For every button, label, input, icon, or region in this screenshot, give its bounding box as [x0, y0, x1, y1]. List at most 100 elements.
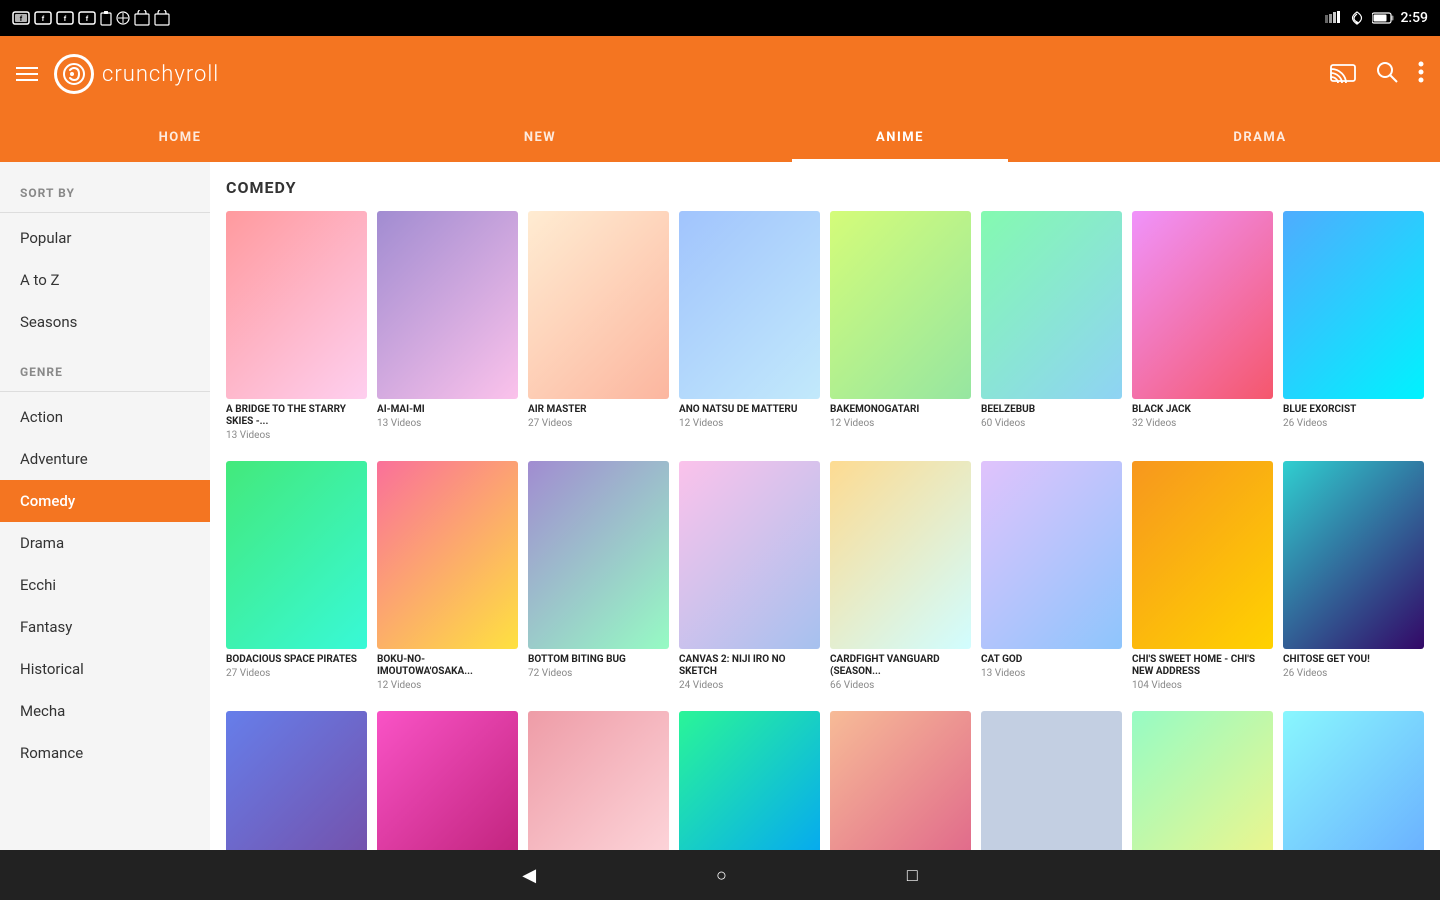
anime-thumb-r3-6 [1132, 711, 1273, 850]
anime-title-r2-3: CANVAS 2: NIJI IRO NO SKETCH [679, 654, 820, 678]
anime-card-r2-7[interactable]: CHITOSE GET YOU! 26 Videos [1283, 461, 1424, 691]
sidebar-item-a-to-z[interactable]: A to Z [0, 259, 210, 301]
tab-new[interactable]: NEW [360, 112, 720, 162]
anime-card-5[interactable]: BEELZEBUB 60 Videos [981, 211, 1122, 441]
anime-thumb-r3-7 [1283, 711, 1424, 850]
anime-card-r3-4[interactable] [830, 711, 971, 850]
anime-videos-2: 27 Videos [528, 418, 669, 429]
anime-thumb-3 [679, 211, 820, 399]
header-left: crunchyroll [16, 54, 219, 94]
anime-card-6[interactable]: BLACK JACK 32 Videos [1132, 211, 1273, 441]
anime-videos-r2-7: 26 Videos [1283, 668, 1424, 679]
anime-title-r2-5: CAT GOD [981, 654, 1122, 666]
home-button[interactable]: ○ [716, 865, 727, 886]
recent-button[interactable]: □ [907, 865, 918, 886]
tab-anime[interactable]: ANIME [720, 112, 1080, 162]
sidebar-item-historical[interactable]: Historical [0, 648, 210, 690]
anime-videos-6: 32 Videos [1132, 418, 1273, 429]
anime-card-r2-1[interactable]: BOKU-NO-IMOUTOWA'OSAKA... 12 Videos [377, 461, 518, 691]
sidebar-item-drama[interactable]: Drama [0, 522, 210, 564]
anime-title-1: AI-MAI-MI [377, 404, 518, 416]
sidebar-item-romance[interactable]: Romance [0, 732, 210, 774]
sidebar-item-comedy[interactable]: Comedy [0, 480, 210, 522]
anime-card-1[interactable]: AI-MAI-MI 13 Videos [377, 211, 518, 441]
anime-card-r2-0[interactable]: BODACIOUS SPACE PIRATES 27 Videos [226, 461, 367, 691]
anime-thumb-r2-3 [679, 461, 820, 649]
anime-thumb-r2-1 [377, 461, 518, 649]
sidebar-item-mecha[interactable]: Mecha [0, 690, 210, 732]
anime-grid-row1: A BRIDGE TO THE STARRY SKIES -... 13 Vid… [226, 211, 1424, 441]
anime-title-r2-4: CARDFIGHT VANGUARD (SEASON... [830, 654, 971, 678]
sidebar: SORT BY Popular A to Z Seasons GENRE Act… [0, 162, 210, 850]
anime-title-4: BAKEMONOGATARI [830, 404, 971, 416]
svg-text:f: f [64, 15, 67, 23]
logo: crunchyroll [54, 54, 219, 94]
anime-card-r2-5[interactable]: CAT GOD 13 Videos [981, 461, 1122, 691]
content-area: COMEDY A BRIDGE TO THE STARRY SKIES -...… [210, 162, 1440, 850]
search-button[interactable] [1376, 61, 1398, 88]
back-button[interactable]: ◀ [522, 865, 536, 886]
nav-tabs: HOME NEW ANIME DRAMA [0, 112, 1440, 162]
anime-card-r2-3[interactable]: CANVAS 2: NIJI IRO NO SKETCH 24 Videos [679, 461, 820, 691]
status-bar: f f f f 2:59 [0, 0, 1440, 36]
tab-home[interactable]: HOME [0, 112, 360, 162]
anime-thumb-r2-6 [1132, 461, 1273, 649]
anime-videos-3: 12 Videos [679, 418, 820, 429]
anime-videos-r2-5: 13 Videos [981, 668, 1122, 679]
anime-videos-0: 13 Videos [226, 430, 367, 441]
main-layout: SORT BY Popular A to Z Seasons GENRE Act… [0, 162, 1440, 850]
logo-text: crunchyroll [102, 62, 219, 87]
header-right [1330, 61, 1424, 88]
anime-videos-1: 13 Videos [377, 418, 518, 429]
anime-card-7[interactable]: BLUE EXORCIST 26 Videos [1283, 211, 1424, 441]
sidebar-item-seasons[interactable]: Seasons [0, 301, 210, 343]
menu-button[interactable] [16, 67, 38, 81]
anime-thumb-4 [830, 211, 971, 399]
sidebar-item-ecchi[interactable]: Ecchi [0, 564, 210, 606]
sidebar-item-action[interactable]: Action [0, 396, 210, 438]
anime-card-r2-2[interactable]: BOTTOM BITING BUG 72 Videos [528, 461, 669, 691]
anime-card-0[interactable]: A BRIDGE TO THE STARRY SKIES -... 13 Vid… [226, 211, 367, 441]
anime-videos-5: 60 Videos [981, 418, 1122, 429]
anime-card-r3-0[interactable] [226, 711, 367, 850]
more-button[interactable] [1418, 61, 1424, 88]
sidebar-item-fantasy[interactable]: Fantasy [0, 606, 210, 648]
anime-card-r2-6[interactable]: CHI'S SWEET HOME - CHI'S NEW ADDRESS 104… [1132, 461, 1273, 691]
anime-card-r3-5[interactable] [981, 711, 1122, 850]
anime-card-3[interactable]: ANO NATSU DE MATTERU 12 Videos [679, 211, 820, 441]
anime-thumb-5 [981, 211, 1122, 399]
anime-videos-r2-2: 72 Videos [528, 668, 669, 679]
anime-thumb-r2-2 [528, 461, 669, 649]
logo-circle [54, 54, 94, 94]
genre-label: GENRE [0, 357, 210, 387]
tab-drama[interactable]: DRAMA [1080, 112, 1440, 162]
anime-card-4[interactable]: BAKEMONOGATARI 12 Videos [830, 211, 971, 441]
svg-text:f: f [42, 15, 45, 23]
anime-card-r3-1[interactable] [377, 711, 518, 850]
anime-videos-r2-4: 66 Videos [830, 680, 971, 691]
anime-title-r2-7: CHITOSE GET YOU! [1283, 654, 1424, 666]
anime-card-2[interactable]: AIR MASTER 27 Videos [528, 211, 669, 441]
time-display: 2:59 [1400, 10, 1428, 26]
sidebar-item-popular[interactable]: Popular [0, 217, 210, 259]
anime-card-r3-7[interactable] [1283, 711, 1424, 850]
anime-thumb-r2-5 [981, 461, 1122, 649]
anime-card-r3-6[interactable] [1132, 711, 1273, 850]
anime-grid-row3 [226, 711, 1424, 850]
anime-card-r2-4[interactable]: CARDFIGHT VANGUARD (SEASON... 66 Videos [830, 461, 971, 691]
anime-title-6: BLACK JACK [1132, 404, 1273, 416]
anime-card-r3-2[interactable] [528, 711, 669, 850]
anime-thumb-r2-0 [226, 461, 367, 649]
anime-videos-r2-1: 12 Videos [377, 680, 518, 691]
anime-thumb-6 [1132, 211, 1273, 399]
sidebar-item-adventure[interactable]: Adventure [0, 438, 210, 480]
anime-videos-r2-6: 104 Videos [1132, 680, 1273, 691]
anime-thumb-1 [377, 211, 518, 399]
anime-card-r3-3[interactable] [679, 711, 820, 850]
anime-thumb-r3-5 [981, 711, 1122, 850]
anime-thumb-0 [226, 211, 367, 399]
anime-thumb-r3-3 [679, 711, 820, 850]
cast-button[interactable] [1330, 61, 1356, 88]
bottom-nav-bar: ◀ ○ □ [0, 850, 1440, 900]
anime-thumb-7 [1283, 211, 1424, 399]
